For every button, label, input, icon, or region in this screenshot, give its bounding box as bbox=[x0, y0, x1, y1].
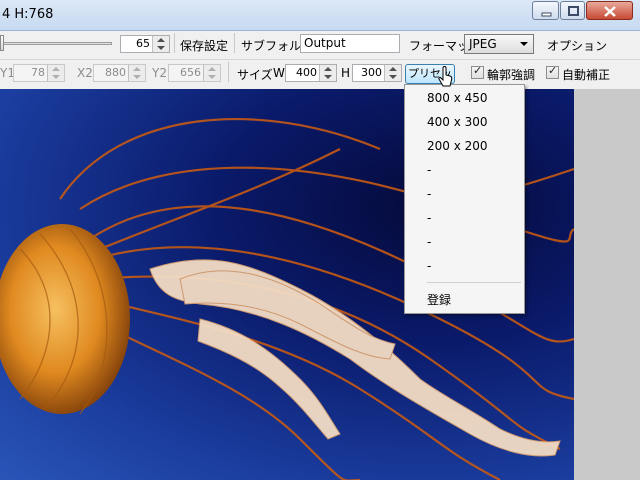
save-settings-button[interactable]: 保存設定 bbox=[180, 37, 228, 54]
auto-correct-label[interactable]: 自動補正 bbox=[562, 66, 610, 83]
y1-spin-buttons[interactable] bbox=[47, 65, 64, 81]
size-label: サイズ bbox=[237, 68, 273, 82]
y1-value: 78 bbox=[31, 66, 45, 79]
mouse-pointer-icon bbox=[438, 66, 453, 87]
subfolder-value: Output bbox=[304, 36, 346, 50]
width-stepper[interactable]: 400 bbox=[285, 64, 337, 82]
preset-item[interactable]: 400 x 300 bbox=[405, 112, 524, 132]
height-label: H bbox=[341, 66, 351, 80]
quality-spin-buttons[interactable] bbox=[152, 36, 169, 52]
x2-stepper[interactable]: 880 bbox=[93, 64, 146, 82]
quality-stepper[interactable]: 65 bbox=[120, 35, 170, 53]
edge-enhance-checkbox[interactable] bbox=[471, 64, 484, 79]
options-menu[interactable]: オプション bbox=[547, 37, 607, 54]
width-spin-buttons[interactable] bbox=[319, 65, 336, 81]
preset-item[interactable]: - bbox=[405, 208, 524, 228]
height-stepper[interactable]: 300 bbox=[352, 64, 402, 82]
width-label: W bbox=[273, 66, 285, 80]
maximize-button[interactable] bbox=[560, 1, 585, 20]
auto-correct-checkbox[interactable] bbox=[546, 64, 559, 79]
x2-value: 880 bbox=[105, 66, 126, 79]
height-value: 300 bbox=[361, 66, 382, 79]
format-select[interactable]: JPEG bbox=[464, 34, 534, 54]
quality-slider-track[interactable] bbox=[0, 42, 112, 45]
quality-slider-thumb[interactable] bbox=[0, 35, 4, 51]
close-button[interactable] bbox=[586, 1, 633, 20]
preset-item[interactable]: - bbox=[405, 184, 524, 204]
y1-stepper[interactable]: 78 bbox=[13, 64, 65, 82]
edge-enhance-label[interactable]: 輪郭強調 bbox=[487, 66, 535, 83]
preset-item[interactable]: 800 x 450 bbox=[405, 88, 524, 108]
height-spin-buttons[interactable] bbox=[384, 65, 401, 81]
subfolder-input[interactable]: Output bbox=[300, 34, 400, 53]
maximize-icon bbox=[568, 6, 579, 16]
title-bar: 4 H:768 bbox=[0, 0, 640, 31]
y2-stepper[interactable]: 656 bbox=[168, 64, 221, 82]
chevron-down-icon bbox=[520, 42, 528, 46]
preset-item[interactable]: - bbox=[405, 256, 524, 276]
preset-item[interactable]: 200 x 200 bbox=[405, 136, 524, 156]
x2-spin-buttons[interactable] bbox=[128, 65, 145, 81]
menu-separator bbox=[427, 282, 521, 283]
y2-label: Y2 bbox=[152, 66, 167, 80]
format-selected-value: JPEG bbox=[469, 37, 497, 51]
y2-spin-buttons[interactable] bbox=[203, 65, 220, 81]
preset-menu: 800 x 450 400 x 300 200 x 200 - - - - - … bbox=[404, 84, 525, 314]
preset-item[interactable]: - bbox=[405, 232, 524, 252]
register-preset-item[interactable]: 登録 bbox=[405, 290, 524, 310]
close-icon bbox=[604, 6, 616, 17]
preset-item[interactable]: - bbox=[405, 160, 524, 180]
quality-value: 65 bbox=[136, 37, 150, 50]
window-title: 4 H:768 bbox=[2, 7, 54, 22]
minimize-button[interactable] bbox=[532, 1, 559, 20]
x2-label: X2 bbox=[77, 66, 93, 80]
minimize-icon bbox=[541, 12, 552, 17]
y2-value: 656 bbox=[180, 66, 201, 79]
width-value: 400 bbox=[296, 66, 317, 79]
canvas-margin bbox=[574, 89, 640, 480]
